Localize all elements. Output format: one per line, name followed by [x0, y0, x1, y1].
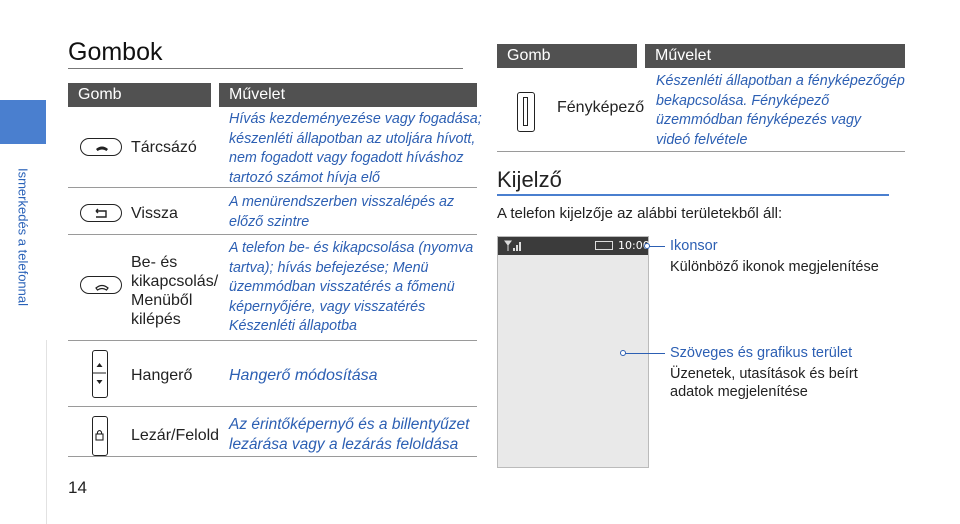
signal-icon [504, 240, 521, 251]
page-number: 14 [68, 478, 87, 497]
callout-head-text-area: Szöveges és grafikus terület [670, 345, 853, 361]
display-intro: A telefon kijelzője az alábbi területekb… [497, 205, 783, 222]
right-header-key: Gomb [497, 44, 637, 68]
back-key-icon [80, 204, 122, 222]
page-title: Gombok [68, 38, 163, 66]
sidebar-label: Ismerkedés a telefonnal [15, 167, 31, 307]
title-rule [68, 68, 463, 69]
row-divider [497, 151, 905, 152]
camera-key-icon [517, 92, 535, 132]
call-key-icon [80, 138, 122, 156]
display-title: Kijelző [497, 167, 562, 192]
right-header-action: Művelet [645, 44, 905, 68]
key-action-call: Hívás kezdeményezése vagy fogadása; késze… [229, 111, 482, 186]
power-key-icon [80, 276, 122, 294]
callout-dot [620, 350, 626, 356]
callout-body-iconbar: Különböző ikonok megjelenítése [670, 259, 879, 275]
callout-dot [644, 243, 650, 249]
volume-key-icon [92, 350, 108, 398]
key-action-back: A menürendszerben visszalépés az előző sz… [229, 194, 455, 230]
status-bar: 10:00 [498, 237, 650, 255]
row-divider [68, 234, 477, 235]
callout-body-text-area: Üzenetek, utasítások és beírt adatok megj… [670, 366, 858, 400]
battery-icon [595, 241, 613, 250]
phone-screen [497, 236, 649, 468]
row-divider [68, 456, 477, 457]
left-header-key: Gomb [68, 83, 211, 107]
margin-line [46, 340, 47, 524]
key-name-call: Tárcsázó [131, 139, 197, 156]
key-action-camera: Készenléti állapotban a fényképezőgép bek… [656, 73, 905, 148]
row-divider [68, 340, 477, 341]
key-name-lock: Lezár/Felold [131, 427, 220, 444]
sidebar-tab [0, 100, 46, 144]
key-name-back: Vissza [131, 205, 178, 222]
row-divider [68, 406, 477, 407]
left-header-action: Művelet [219, 83, 477, 107]
key-action-volume: Hangerő módosítása [229, 367, 378, 384]
lock-key-icon [92, 416, 108, 456]
key-name-volume: Hangerő [131, 367, 193, 384]
callout-line [623, 353, 665, 354]
callout-head-iconbar: Ikonsor [670, 238, 718, 254]
display-rule [497, 194, 889, 196]
key-name-camera: Fényképező [557, 99, 645, 116]
row-divider [68, 187, 477, 188]
key-action-lock: Az érintőképernyő és a billentyűzet lezár… [229, 416, 470, 453]
key-name-power: Be- és kikapcsolás/ Menüből kilépés [131, 254, 219, 328]
key-action-power: A telefon be- és kikapcsolása (nyomva tar… [229, 240, 474, 334]
